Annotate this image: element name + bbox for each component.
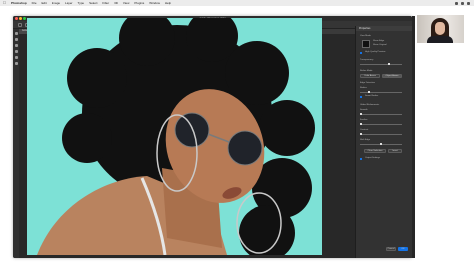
high-quality-checkbox[interactable]	[360, 52, 362, 54]
shift-edge-knob[interactable]	[380, 143, 382, 145]
contrast-slider[interactable]	[360, 133, 402, 135]
smooth-label: Smooth	[360, 109, 368, 111]
radius-slider[interactable]	[360, 91, 402, 93]
properties-panel: Properties View Mode Show Edge Show Orig…	[355, 26, 413, 258]
menu-plugins[interactable]: Plugins	[134, 1, 144, 5]
menubar-status-icons	[455, 0, 470, 6]
transparency-slider[interactable]	[360, 63, 402, 65]
menu-view[interactable]: View	[123, 1, 129, 5]
global-refinements-label: Global Refinements	[360, 104, 380, 106]
hand-tool-icon[interactable]	[14, 56, 18, 59]
menu-layer[interactable]: Layer	[65, 1, 73, 5]
radius-label: Radius	[360, 87, 367, 89]
show-edge-option[interactable]: Show Edge	[373, 40, 384, 42]
presenter-face	[435, 22, 445, 35]
feather-knob[interactable]	[360, 123, 362, 125]
view-mode-label: View Mode	[360, 35, 371, 37]
menu-filter[interactable]: Filter	[102, 1, 109, 5]
clear-selection-button[interactable]: Clear Selection	[364, 149, 386, 153]
properties-tab[interactable]: Properties	[356, 26, 413, 31]
menu-type[interactable]: Type	[78, 1, 85, 5]
smooth-knob[interactable]	[360, 113, 362, 115]
output-settings-toggle[interactable]	[360, 158, 362, 160]
transparency-knob[interactable]	[388, 63, 390, 65]
refine-edge-brush-icon[interactable]	[14, 50, 18, 53]
portrait-image	[27, 18, 322, 255]
control-center-icon[interactable]	[467, 1, 470, 5]
menu-window[interactable]: Window	[149, 1, 160, 5]
menu-file[interactable]: File	[32, 1, 37, 5]
feather-label: Feather	[360, 119, 368, 121]
menu-help[interactable]: Help	[165, 1, 171, 5]
transparency-label: Transparency	[360, 59, 374, 61]
battery-icon[interactable]	[461, 1, 464, 5]
canvas-image[interactable]	[27, 18, 322, 255]
refine-mode-label: Refine Mode	[360, 70, 373, 72]
webcam-overlay	[417, 15, 464, 43]
invert-button[interactable]: Invert	[388, 149, 402, 153]
move-tool-icon[interactable]	[14, 32, 18, 35]
cancel-button[interactable]: Cancel	[386, 247, 396, 251]
apple-icon[interactable]: 	[3, 0, 6, 6]
contrast-label: Contrast	[360, 129, 369, 131]
ok-button[interactable]: OK	[398, 247, 408, 251]
menu-edit[interactable]: Edit	[42, 1, 47, 5]
smooth-slider[interactable]	[360, 113, 402, 115]
show-original-option[interactable]: Show Original	[373, 44, 387, 46]
shift-edge-slider[interactable]	[360, 143, 402, 145]
output-settings-label: Output Settings	[365, 157, 381, 159]
color-aware-button[interactable]: Color Aware	[360, 74, 380, 78]
object-aware-button[interactable]: Object Aware	[382, 74, 402, 78]
wifi-icon[interactable]	[455, 1, 458, 5]
radius-knob[interactable]	[368, 91, 370, 93]
edge-detection-label: Edge Detection	[360, 82, 375, 84]
brush-tool-icon[interactable]	[14, 44, 18, 47]
feather-slider[interactable]	[360, 123, 402, 125]
high-quality-label: High Quality Preview	[365, 51, 386, 53]
smart-radius-label: Smart Radius	[365, 95, 379, 97]
shift-edge-label: Shift Edge	[360, 139, 371, 141]
view-mode-thumbnail[interactable]	[362, 40, 370, 48]
zoom-tool-icon[interactable]	[14, 62, 18, 65]
menu-select[interactable]: Select	[89, 1, 97, 5]
menubar:  Photoshop File Edit Image Layer Type S…	[0, 0, 474, 6]
home-icon[interactable]	[18, 22, 22, 27]
lasso-tool-icon[interactable]	[14, 38, 18, 41]
menu-3d[interactable]: 3D	[114, 1, 118, 5]
window-right-edge	[412, 16, 415, 258]
smart-radius-checkbox[interactable]	[360, 96, 362, 98]
presenter-shirt	[427, 36, 453, 43]
menubar-app-name[interactable]: Photoshop	[11, 1, 27, 5]
contrast-knob[interactable]	[360, 133, 362, 135]
menu-image[interactable]: Image	[52, 1, 60, 5]
